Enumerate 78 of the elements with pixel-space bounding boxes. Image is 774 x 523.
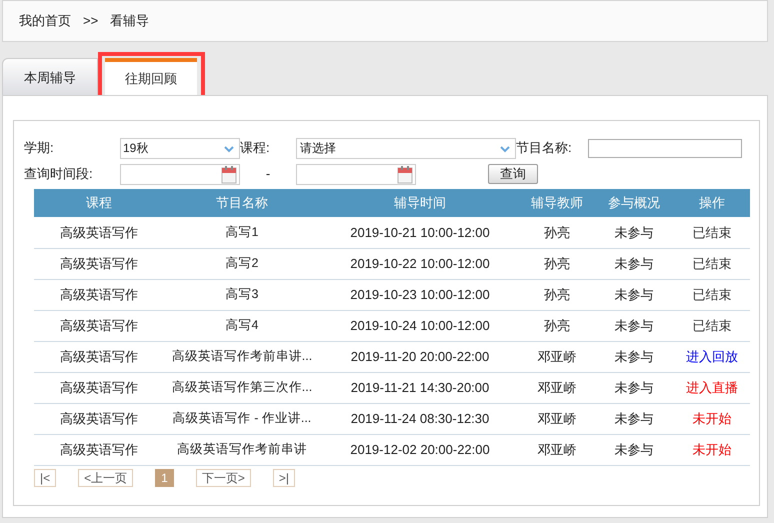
table-cell: 高写4 (164, 310, 320, 341)
column-header: 操作 (674, 189, 750, 217)
search-button[interactable]: 查询 (488, 164, 538, 184)
table-cell: 邓亚峤 (520, 403, 594, 434)
column-header: 节目名称 (164, 189, 320, 217)
table-cell: 2019-11-24 08:30-12:30 (320, 403, 520, 434)
table-cell: 高级英语写作第三次作... (164, 372, 320, 403)
table-cell: 未参与 (594, 279, 674, 310)
action-link[interactable]: 已结束 (674, 279, 750, 310)
action-link[interactable]: 已结束 (674, 248, 750, 279)
table-cell: 2019-10-22 10:00-12:00 (320, 248, 520, 279)
table-cell: 邓亚峤 (520, 372, 594, 403)
pager-button[interactable]: <上一页 (78, 468, 134, 486)
action-link[interactable]: 进入直播 (674, 372, 750, 403)
course-label: 课程: (240, 139, 271, 158)
action-link[interactable]: 未开始 (674, 434, 750, 465)
table-cell: 未参与 (594, 248, 674, 279)
table-cell: 高级英语写作 (34, 341, 164, 372)
table-cell: 2019-10-21 10:00-12:00 (320, 217, 520, 248)
column-header: 参与概况 (594, 189, 674, 217)
table-cell: 高级英语写作 (34, 279, 164, 310)
program-name-field[interactable] (588, 138, 742, 158)
end-date-field[interactable] (296, 164, 416, 184)
pager-button[interactable]: >| (272, 468, 295, 486)
table-cell: 高级英语写作 (34, 217, 164, 248)
table-cell: 未参与 (594, 310, 674, 341)
table-cell: 未参与 (594, 341, 674, 372)
action-link[interactable]: 已结束 (674, 310, 750, 341)
calendar-icon[interactable] (221, 166, 237, 184)
table-cell: 高写1 (164, 217, 320, 248)
column-header: 课程 (34, 189, 164, 217)
tab[interactable]: 本周辅导 (2, 58, 98, 98)
pager-button[interactable]: 下一页> (196, 468, 251, 486)
table-cell: 高级英语写作 (34, 248, 164, 279)
table-cell: 邓亚峤 (520, 434, 594, 465)
table-cell: 未参与 (594, 403, 674, 434)
term-label: 学期: (24, 139, 55, 158)
chevron-down-icon (500, 146, 510, 152)
action-link[interactable]: 进入回放 (674, 341, 750, 372)
breadcrumb-item[interactable]: 我的首页 (19, 11, 71, 31)
table-cell: 高级英语写作考前串讲 (164, 434, 320, 465)
table-cell: 高级英语写作 (34, 372, 164, 403)
action-link[interactable]: 未开始 (674, 403, 750, 434)
date-separator: - (264, 165, 272, 184)
table-cell: 孙亮 (520, 279, 594, 310)
pager-button[interactable]: |< (34, 468, 56, 486)
table-cell: 未参与 (594, 434, 674, 465)
table-cell: 高级英语写作 (34, 434, 164, 465)
table-cell: 2019-12-02 20:00-22:00 (320, 434, 520, 465)
breadcrumb-item: 看辅导 (110, 12, 150, 30)
chevron-down-icon (224, 146, 234, 152)
action-link[interactable]: 已结束 (674, 217, 750, 248)
table-cell: 高级英语写作考前串讲... (164, 341, 320, 372)
tab[interactable]: 往期回顾 (105, 58, 197, 96)
term-select[interactable]: 19秋 (120, 138, 240, 158)
table-cell: 2019-10-24 10:00-12:00 (320, 310, 520, 341)
breadcrumb-item: >> (83, 12, 98, 30)
course-select[interactable]: 请选择 (296, 138, 516, 158)
table-cell: 孙亮 (520, 248, 594, 279)
program-name-label: 节目名称: (516, 139, 573, 158)
table-cell: 高级英语写作 - 作业讲... (164, 403, 320, 434)
start-date-field[interactable] (120, 164, 240, 184)
table-cell: 高级英语写作 (34, 310, 164, 341)
table-cell: 孙亮 (520, 217, 594, 248)
table-cell: 高写3 (164, 279, 320, 310)
table-cell: 高写2 (164, 248, 320, 279)
column-header: 辅导教师 (520, 189, 594, 217)
table-cell: 未参与 (594, 372, 674, 403)
table-cell: 2019-11-20 20:00-22:00 (320, 341, 520, 372)
table-cell: 未参与 (594, 217, 674, 248)
table-cell: 孙亮 (520, 310, 594, 341)
calendar-icon[interactable] (397, 166, 413, 184)
table-cell: 2019-11-21 14:30-20:00 (320, 372, 520, 403)
table-cell: 2019-10-23 10:00-12:00 (320, 279, 520, 310)
table-cell: 高级英语写作 (34, 403, 164, 434)
column-header: 辅导时间 (320, 189, 520, 217)
period-label: 查询时间段: (24, 165, 94, 184)
table-cell: 邓亚峤 (520, 341, 594, 372)
